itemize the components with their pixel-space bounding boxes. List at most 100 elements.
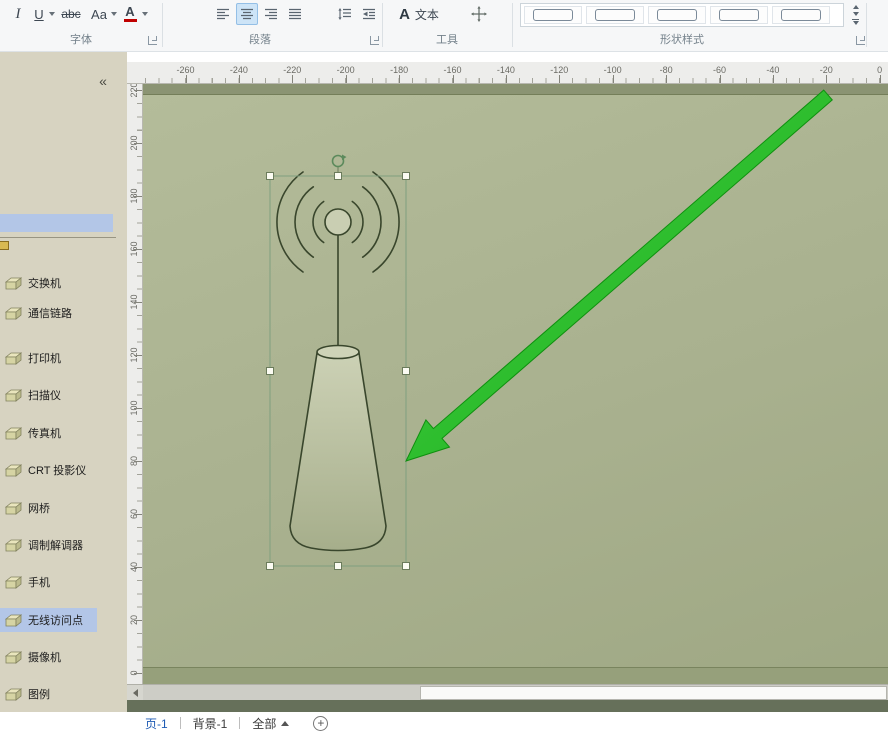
drawing-canvas[interactable] <box>143 84 888 684</box>
ruler-label: -200 <box>331 65 361 75</box>
scrollbar-thumb[interactable] <box>420 686 887 700</box>
ruler-tick <box>880 75 881 83</box>
selection-handle[interactable] <box>403 368 410 375</box>
italic-button[interactable]: I <box>8 3 28 25</box>
stencil-item-label: 图例 <box>28 686 50 702</box>
all-pages-button[interactable]: 全部 <box>252 715 289 732</box>
selection-handle[interactable] <box>403 563 410 570</box>
stencil-item[interactable]: 通信链路 <box>0 301 97 325</box>
underline-dropdown-caret-icon[interactable] <box>49 12 55 16</box>
shape-3d-icon <box>5 277 22 290</box>
gallery-more-icon[interactable] <box>852 19 859 25</box>
stencil-item-label: 无线访问点 <box>28 612 83 628</box>
shape-3d-icon <box>5 389 22 402</box>
shape-style-preview[interactable] <box>772 6 830 24</box>
wireless-access-point-shape[interactable] <box>277 172 399 551</box>
stencil-item-label: 网桥 <box>28 500 50 516</box>
text-tool-a-icon: A <box>399 6 410 23</box>
stencil-item[interactable]: 打印机 <box>0 346 97 370</box>
ruler-tick <box>134 461 142 462</box>
shape-preview-icon <box>533 9 573 21</box>
strikethrough-button[interactable]: abc <box>58 3 84 25</box>
align-left-button[interactable] <box>212 3 234 25</box>
stencil-item[interactable]: 手机 <box>0 570 97 594</box>
horizontal-scrollbar[interactable] <box>127 684 888 700</box>
selection-handle[interactable] <box>335 173 342 180</box>
stencil-item[interactable]: 网桥 <box>0 496 97 520</box>
ruler-tick <box>134 620 142 621</box>
ruler-tick <box>134 196 142 197</box>
font-group-label: 字体 <box>0 31 162 47</box>
selection-handle[interactable] <box>403 173 410 180</box>
chevron-up-icon <box>281 721 289 726</box>
shape-3d-icon <box>5 464 22 477</box>
align-right-icon <box>264 8 278 20</box>
stencil-item[interactable]: 调制解调器 <box>0 533 97 557</box>
paragraph-dialog-launcher[interactable] <box>370 36 379 45</box>
font-color-button[interactable]: A <box>120 3 140 25</box>
shape-3d-icon <box>5 427 22 440</box>
ruler-label: -60 <box>705 65 735 75</box>
rotation-handle[interactable] <box>333 156 344 167</box>
stencil-item[interactable]: CRT 投影仪 <box>0 458 97 482</box>
shape-3d-icon <box>5 614 22 627</box>
tab-background-1[interactable]: 背景-1 <box>193 715 228 732</box>
selection-handle[interactable] <box>267 563 274 570</box>
ruler-tick <box>134 302 142 303</box>
stencil-item[interactable]: 摄像机 <box>0 645 97 669</box>
shape-style-preview[interactable] <box>586 6 644 24</box>
justify-button[interactable] <box>284 3 306 25</box>
ruler-label: -80 <box>651 65 681 75</box>
stencil-item-label: 手机 <box>28 574 50 590</box>
line-spacing-button[interactable] <box>334 3 356 25</box>
stencil-item[interactable]: 扫描仪 <box>0 383 97 407</box>
ruler-label: -40 <box>758 65 788 75</box>
selection-handle[interactable] <box>335 563 342 570</box>
ruler-tick <box>559 75 560 83</box>
stencil-list: 交换机 通信链路 打印机 扫描仪 <box>0 52 127 712</box>
selection-handle[interactable] <box>267 173 274 180</box>
change-case-button[interactable]: Aa <box>88 3 110 25</box>
text-tool-button[interactable]: A 文本 <box>390 3 448 25</box>
insert-page-button[interactable]: + <box>313 716 328 731</box>
align-center-button[interactable] <box>236 3 258 25</box>
scroll-left-button[interactable] <box>127 685 143 700</box>
gallery-scroll-down-icon[interactable] <box>853 12 859 16</box>
font-color-dropdown-caret-icon[interactable] <box>142 12 148 16</box>
ruler-label: -20 <box>811 65 841 75</box>
case-dropdown-caret-icon[interactable] <box>111 12 117 16</box>
gallery-scroll-up-icon[interactable] <box>853 5 859 9</box>
ruler-label: -140 <box>491 65 521 75</box>
tools-group-label: 工具 <box>382 31 512 47</box>
paragraph-group-label: 段落 <box>162 31 358 47</box>
stencil-item[interactable]: 交换机 <box>0 271 97 295</box>
pointer-tool-button[interactable] <box>466 3 492 25</box>
stencil-panel: « 交换机 通信链路 打印机 <box>0 52 127 712</box>
ruler-tick <box>613 75 614 83</box>
selection-handle[interactable] <box>267 368 274 375</box>
stencil-item-label: 打印机 <box>28 350 61 366</box>
rotation-handle-arrow-icon <box>342 155 347 161</box>
shape-3d-icon <box>5 352 22 365</box>
shape-styles-dialog-launcher[interactable] <box>856 36 865 45</box>
ruler-tick <box>453 75 454 83</box>
shape-style-preview[interactable] <box>710 6 768 24</box>
tab-page-1[interactable]: 页-1 <box>145 715 168 732</box>
shape-style-preview[interactable] <box>648 6 706 24</box>
ruler-label: -220 <box>277 65 307 75</box>
indent-button[interactable] <box>358 3 380 25</box>
canvas-drawing-layer[interactable] <box>143 84 888 684</box>
ruler-tick <box>346 75 347 83</box>
stencil-item[interactable]: 图例 <box>0 682 97 706</box>
shape-style-preview[interactable] <box>524 6 582 24</box>
ruler-tick <box>720 75 721 83</box>
vertical-ruler: 220200180160140120100806040200 <box>127 84 143 684</box>
ruler-tick <box>134 249 142 250</box>
ruler-tick <box>134 90 142 91</box>
underline-button[interactable]: U <box>30 3 48 25</box>
stencil-item[interactable]: 传真机 <box>0 421 97 445</box>
shape-3d-icon <box>5 539 22 552</box>
ruler-tick <box>134 355 142 356</box>
stencil-item[interactable]: 无线访问点 <box>0 608 97 632</box>
align-right-button[interactable] <box>260 3 282 25</box>
